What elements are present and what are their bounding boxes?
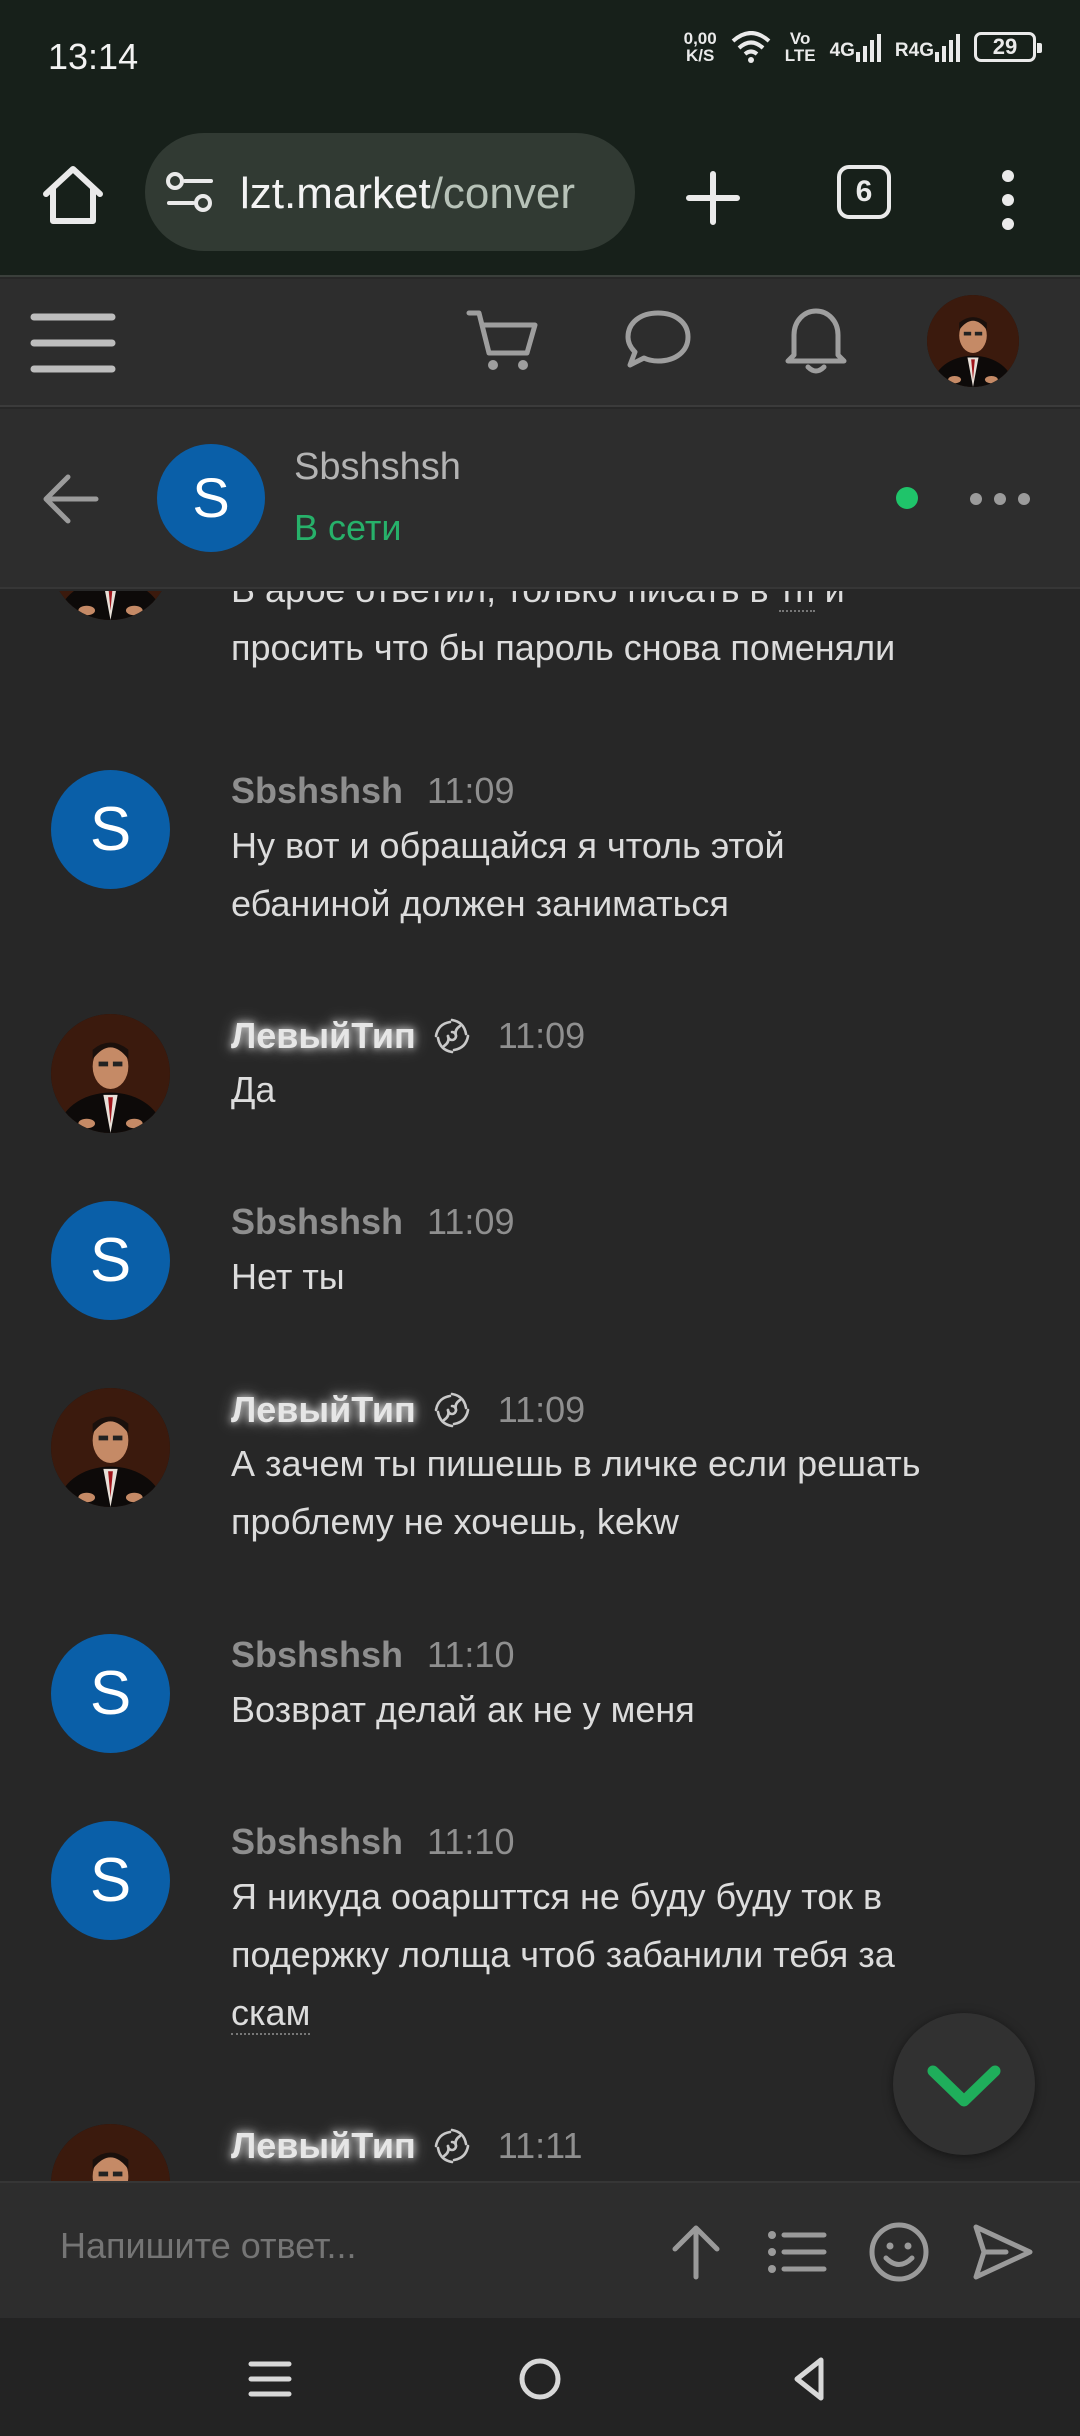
- scroll-down-button[interactable]: [893, 2013, 1035, 2155]
- message-time: 11:09: [497, 1389, 586, 1430]
- home-circle-icon[interactable]: [513, 2352, 567, 2406]
- conversation-avatar[interactable]: S: [157, 444, 265, 552]
- message-text: Возврат делай ак не у меня: [231, 1689, 695, 1730]
- url-text: lzt.market/conver: [240, 169, 575, 218]
- spiral-icon: [430, 2124, 474, 2168]
- recent-apps-icon[interactable]: [243, 2352, 297, 2406]
- avatar[interactable]: [51, 1014, 170, 1133]
- message-list: В арбе ответил, только писать в тп и про…: [0, 591, 1080, 2181]
- message-author[interactable]: ЛевыйТип: [231, 1015, 416, 1057]
- avatar[interactable]: [51, 591, 170, 620]
- status-time: 13:14: [48, 36, 139, 77]
- signal-bars-icon: [935, 34, 960, 62]
- message-text: В арбе ответил, только писать в тп и про…: [231, 591, 1051, 677]
- avatar[interactable]: S: [51, 1201, 170, 1320]
- wifi-icon: [731, 31, 771, 63]
- online-indicator: [896, 487, 918, 509]
- chevron-down-icon: [927, 2065, 1001, 2107]
- message-time: 11:09: [497, 1015, 586, 1056]
- plus-icon[interactable]: [681, 166, 745, 230]
- message-time: 11:11: [497, 2125, 583, 2166]
- message-header: ЛевыйТип 11:11: [231, 2124, 583, 2168]
- message-text: А зачем ты пишешь в личке если решать пр…: [231, 1443, 921, 1542]
- message-header: Sbshshsh 11:09: [231, 770, 514, 812]
- send-icon[interactable]: [972, 2221, 1034, 2283]
- user-avatar[interactable]: [927, 295, 1019, 387]
- signal-1: 4G: [830, 32, 881, 62]
- bell-icon[interactable]: [780, 301, 852, 377]
- conversation-name[interactable]: Sbshshsh: [294, 446, 461, 489]
- smiley-icon[interactable]: [868, 2221, 930, 2283]
- avatar[interactable]: S: [51, 1821, 170, 1940]
- message-time: 11:09: [427, 1201, 515, 1242]
- conversation-header: S Sbshshsh В сети: [0, 409, 1080, 589]
- message-author[interactable]: Sbshshsh: [231, 1821, 403, 1863]
- message-author[interactable]: Sbshshsh: [231, 1634, 403, 1676]
- status-bar: 13:14 0,00 K/S Vo LTE 4G R4G 29: [0, 0, 1080, 120]
- message-author[interactable]: ЛевыйТип: [231, 2125, 416, 2167]
- battery-indicator: 29: [974, 32, 1042, 62]
- avatar[interactable]: S: [51, 770, 170, 889]
- volte-indicator: Vo LTE: [784, 29, 816, 65]
- menu-icon[interactable]: [30, 301, 116, 385]
- system-nav-bar: [0, 2318, 1080, 2436]
- more-horizontal-icon[interactable]: [968, 489, 1032, 509]
- back-triangle-icon[interactable]: [783, 2352, 837, 2406]
- message-text: Нет ты: [231, 1256, 345, 1297]
- message-author[interactable]: Sbshshsh: [231, 770, 403, 812]
- spiral-icon: [430, 1014, 474, 1058]
- message-time: 11:09: [427, 770, 515, 811]
- home-icon[interactable]: [38, 160, 108, 230]
- net-speed: 0,00 K/S: [683, 29, 717, 65]
- arrow-up-icon[interactable]: [665, 2221, 727, 2283]
- message-header: ЛевыйТип 11:09: [231, 1388, 585, 1432]
- message-time: 11:10: [427, 1634, 515, 1675]
- chat-icon[interactable]: [622, 303, 694, 375]
- reply-composer: [0, 2181, 1080, 2318]
- message-time: 11:10: [427, 1821, 515, 1862]
- avatar[interactable]: S: [51, 1634, 170, 1753]
- message-header: Sbshshsh 11:10: [231, 1821, 514, 1863]
- message-author[interactable]: ЛевыйТип: [231, 1389, 416, 1431]
- site-settings-icon[interactable]: [165, 171, 215, 213]
- more-vertical-icon[interactable]: [990, 160, 1026, 240]
- back-arrow-icon[interactable]: [40, 469, 102, 529]
- browser-toolbar: lzt.market/conver 6: [0, 120, 1080, 277]
- list-icon[interactable]: [766, 2221, 828, 2283]
- avatar[interactable]: [51, 2124, 170, 2181]
- message-text: Ну вот и обращайся я чтоль этой ебаниной…: [231, 825, 785, 924]
- avatar[interactable]: [51, 1388, 170, 1507]
- conversation-status: В сети: [294, 507, 402, 548]
- tabs-icon[interactable]: 6: [837, 165, 891, 219]
- spiral-icon: [430, 1388, 474, 1432]
- message-header: Sbshshsh 11:09: [231, 1201, 514, 1243]
- message-header: Sbshshsh 11:10: [231, 1634, 514, 1676]
- site-header: [0, 279, 1080, 407]
- reply-input[interactable]: [60, 2225, 620, 2267]
- message-header: ЛевыйТип 11:09: [231, 1014, 585, 1058]
- signal-2: R4G: [895, 32, 960, 62]
- signal-bars-icon: [855, 34, 881, 62]
- status-icons: 0,00 K/S Vo LTE 4G R4G 29: [683, 29, 1042, 65]
- message-text: Да: [231, 1069, 276, 1110]
- address-bar[interactable]: lzt.market/conver: [145, 133, 635, 251]
- cart-icon[interactable]: [465, 303, 539, 377]
- message-author[interactable]: Sbshshsh: [231, 1201, 403, 1243]
